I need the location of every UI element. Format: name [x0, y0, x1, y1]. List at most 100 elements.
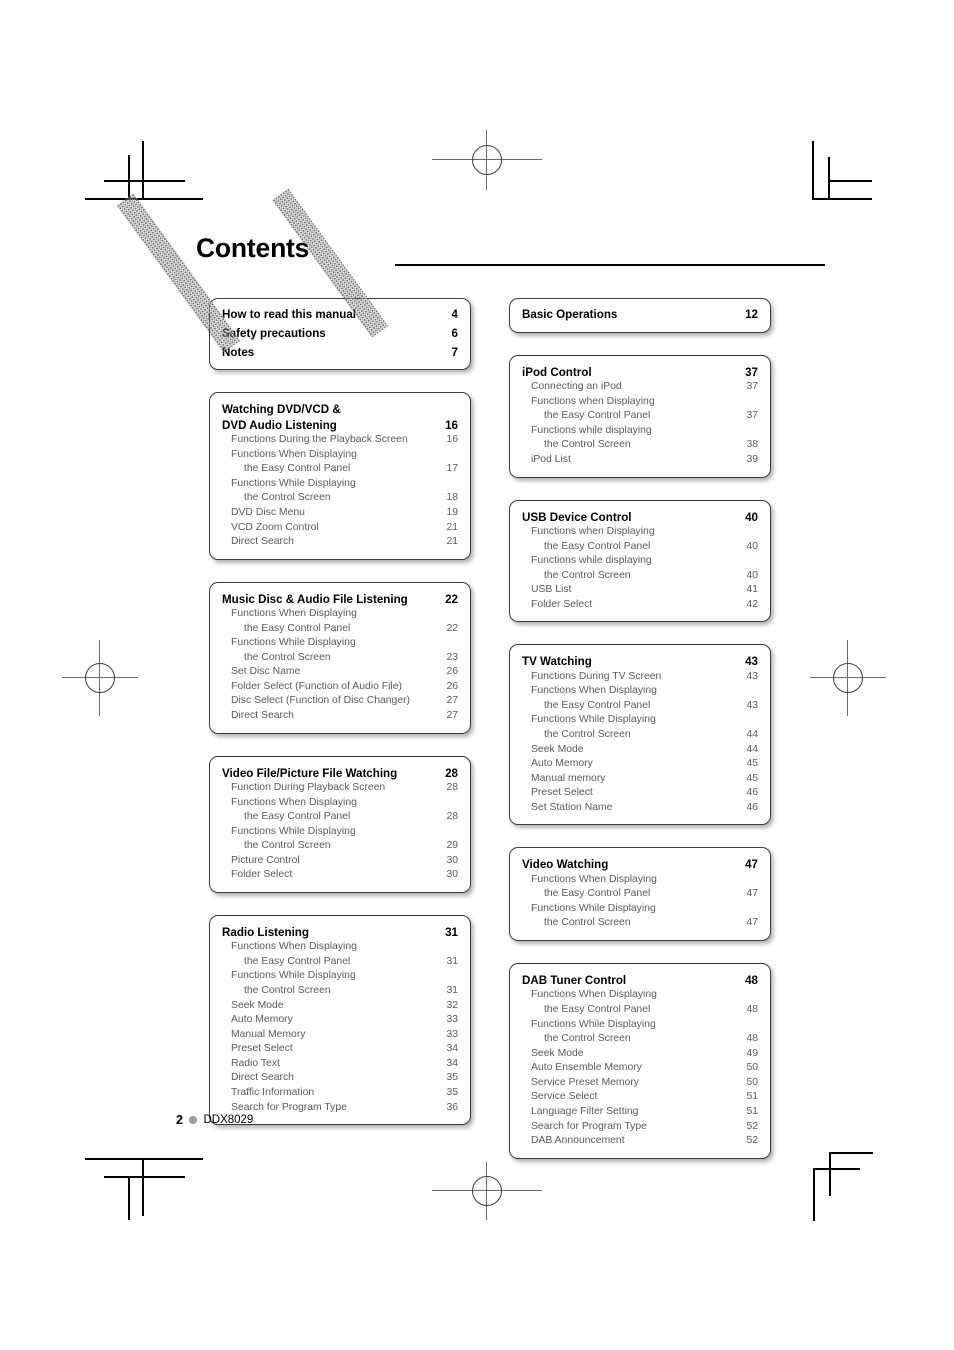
toc-entry-label: Folder Select [231, 869, 293, 881]
toc-row[interactable]: the Easy Control Panel 31 [222, 955, 458, 970]
toc-entry-label: How to read this manual [222, 308, 356, 321]
toc-row[interactable]: DAB Announcement 52 [522, 1134, 758, 1149]
toc-box-basic-operations: Basic Operations 12 [509, 298, 771, 333]
crop-mark-bottom-left-h-outer [85, 1158, 203, 1160]
toc-row[interactable]: the Easy Control Panel 48 [522, 1003, 758, 1018]
toc-row[interactable]: Functions While Displaying [522, 713, 758, 728]
toc-row[interactable]: Seek Mode 32 [222, 999, 458, 1014]
toc-entry-label: the Easy Control Panel [544, 1004, 651, 1015]
toc-row[interactable]: Search for Program Type 52 [522, 1120, 758, 1135]
toc-row[interactable]: DVD Disc Menu 19 [222, 506, 458, 521]
toc-row[interactable]: Preset Select 46 [522, 786, 758, 801]
toc-row[interactable]: Folder Select (Function of Audio File) 26 [222, 680, 458, 695]
toc-row[interactable]: Manual memory 45 [522, 772, 758, 787]
toc-row[interactable]: Functions While Displaying [522, 902, 758, 917]
toc-row[interactable]: Functions While Displaying [222, 969, 458, 984]
toc-row[interactable]: the Control Screen 18 [222, 491, 458, 506]
toc-row[interactable]: Auto Ensemble Memory 50 [522, 1061, 758, 1076]
toc-row[interactable]: Auto Memory 45 [522, 757, 758, 772]
toc-row[interactable]: Set Disc Name 26 [222, 665, 458, 680]
toc-row[interactable]: Connecting an iPod 37 [522, 380, 758, 395]
toc-row[interactable]: the Control Screen 38 [522, 438, 758, 453]
toc-row[interactable]: Service Preset Memory 50 [522, 1076, 758, 1091]
toc-row[interactable]: Direct Search 35 [222, 1071, 458, 1086]
toc-entry-label: Safety precautions [222, 326, 326, 340]
toc-row[interactable]: Functions When Displaying [222, 448, 458, 463]
toc-row[interactable]: the Easy Control Panel 37 [522, 409, 758, 424]
toc-row[interactable]: Manual Memory 33 [222, 1028, 458, 1043]
toc-row[interactable]: Functions When Displaying [522, 873, 758, 888]
toc-row[interactable]: iPod List 39 [522, 453, 758, 468]
toc-row[interactable]: Music Disc & Audio File Listening 22 [222, 592, 458, 607]
toc-row[interactable]: the Control Screen 29 [222, 839, 458, 854]
toc-row[interactable]: Functions While Displaying [222, 825, 458, 840]
toc-row[interactable]: Set Station Name 46 [522, 801, 758, 816]
toc-row[interactable]: the Control Screen 47 [522, 916, 758, 931]
toc-row[interactable]: Direct Search 21 [222, 535, 458, 550]
toc-row[interactable]: Functions While Displaying [222, 636, 458, 651]
toc-row[interactable]: iPod Control 37 [522, 365, 758, 380]
toc-row[interactable]: VCD Zoom Control 21 [222, 521, 458, 536]
toc-row[interactable]: Video Watching 47 [522, 857, 758, 872]
toc-row[interactable]: Functions When Displaying [222, 940, 458, 955]
toc-row[interactable]: Functions While Displaying [222, 477, 458, 492]
toc-row[interactable]: Functions When Displaying [522, 684, 758, 699]
toc-row[interactable]: Seek Mode 49 [522, 1047, 758, 1062]
toc-row[interactable]: DAB Tuner Control 48 [522, 973, 758, 988]
toc-row[interactable]: Function During Playback Screen 28 [222, 781, 458, 796]
toc-row[interactable]: TV Watching 43 [522, 654, 758, 669]
toc-row[interactable]: Preset Select 34 [222, 1042, 458, 1057]
toc-row[interactable]: the Easy Control Panel 22 [222, 622, 458, 637]
toc-row[interactable]: Disc Select (Function of Disc Changer) 27 [222, 694, 458, 709]
toc-entry-label: Functions While Displaying [531, 714, 656, 726]
toc-row[interactable]: Notes 7 [222, 344, 458, 363]
toc-row[interactable]: Functions During the Playback Screen 16 [222, 433, 458, 448]
toc-row[interactable]: the Easy Control Panel 40 [522, 540, 758, 555]
toc-row[interactable]: Search for Program Type 36 [222, 1101, 458, 1116]
toc-entry-page: 46 [746, 801, 758, 813]
toc-entry-label: USB List [531, 584, 572, 596]
toc-row[interactable]: Functions During TV Screen 43 [522, 670, 758, 685]
toc-row[interactable]: Picture Control 30 [222, 854, 458, 869]
toc-row[interactable]: Seek Mode 44 [522, 743, 758, 758]
toc-row[interactable]: How to read this manual 4 [222, 306, 458, 325]
toc-row[interactable]: the Control Screen 44 [522, 728, 758, 743]
toc-row[interactable]: Traffic Information 35 [222, 1086, 458, 1101]
toc-row[interactable]: DVD Audio Listening 16 [222, 418, 458, 433]
toc-entry-label: Basic Operations [522, 308, 618, 321]
toc-row[interactable]: Functions When Displaying [222, 796, 458, 811]
toc-row[interactable]: Basic Operations 12 [522, 306, 758, 325]
toc-entry-label: Functions When Displaying [531, 873, 657, 885]
toc-row[interactable]: Functions When Displaying [522, 988, 758, 1003]
toc-row[interactable]: the Control Screen 23 [222, 651, 458, 666]
toc-row[interactable]: the Easy Control Panel 47 [522, 887, 758, 902]
toc-row[interactable]: Watching DVD/VCD & [222, 402, 458, 417]
toc-row[interactable]: the Easy Control Panel 28 [222, 810, 458, 825]
toc-row[interactable]: the Control Screen 40 [522, 569, 758, 584]
toc-row[interactable]: Auto Memory 33 [222, 1013, 458, 1028]
toc-row[interactable]: Video File/Picture File Watching 28 [222, 766, 458, 781]
toc-row[interactable]: Direct Search 27 [222, 709, 458, 724]
toc-row[interactable]: Functions while displaying [522, 424, 758, 439]
toc-row[interactable]: Functions When Displaying [222, 607, 458, 622]
toc-row[interactable]: Folder Select 42 [522, 598, 758, 613]
toc-row[interactable]: the Easy Control Panel 43 [522, 699, 758, 714]
toc-entry-label: the Easy Control Panel [244, 622, 351, 634]
toc-row[interactable]: Safety precautions 6 [222, 325, 458, 344]
toc-row[interactable]: Language Filter Setting 51 [522, 1105, 758, 1120]
toc-row[interactable]: USB Device Control 40 [522, 510, 758, 525]
toc-row[interactable]: Functions while displaying [522, 554, 758, 569]
toc-row[interactable]: the Control Screen 48 [522, 1032, 758, 1047]
toc-row[interactable]: the Easy Control Panel 17 [222, 462, 458, 477]
toc-entry-page: 52 [746, 1120, 758, 1132]
toc-row[interactable]: USB List 41 [522, 583, 758, 598]
toc-row[interactable]: Functions when Displaying [522, 395, 758, 410]
crop-mark-top-left-h-inner [104, 180, 185, 182]
toc-row[interactable]: Service Select 51 [522, 1090, 758, 1105]
toc-row[interactable]: Functions While Displaying [522, 1018, 758, 1033]
toc-row[interactable]: Folder Select 30 [222, 868, 458, 883]
toc-row[interactable]: Radio Text 34 [222, 1057, 458, 1072]
toc-row[interactable]: Functions when Displaying [522, 525, 758, 540]
toc-row[interactable]: the Control Screen 31 [222, 984, 458, 999]
toc-row[interactable]: Radio Listening 31 [222, 925, 458, 940]
